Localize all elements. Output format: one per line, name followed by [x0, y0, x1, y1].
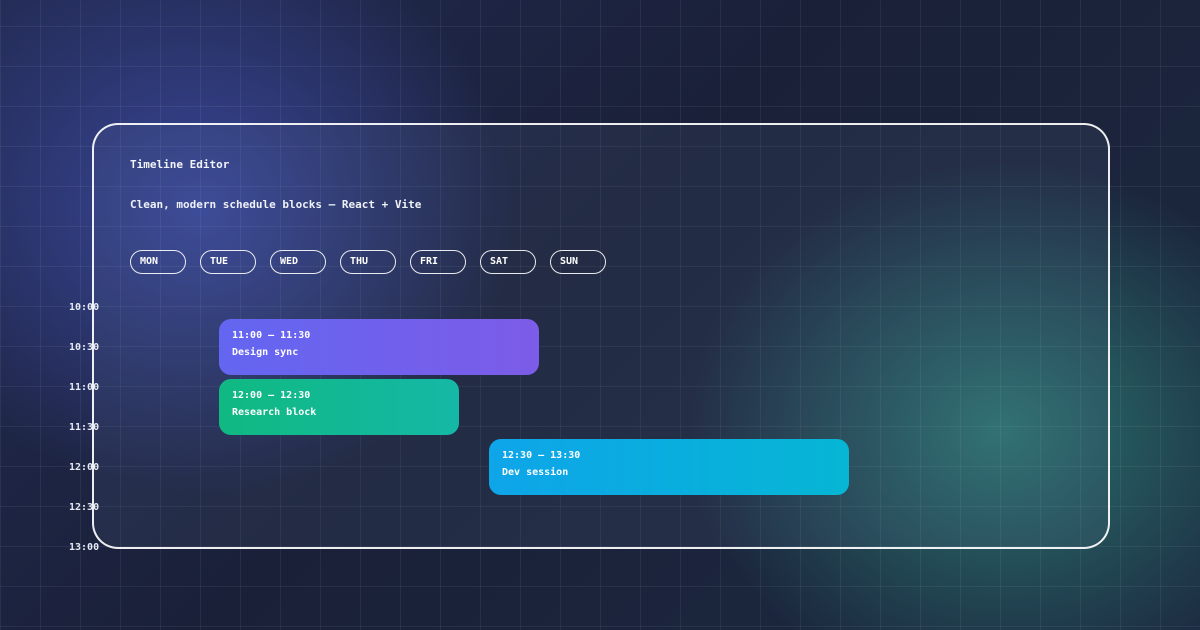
day-pill-sun[interactable]: SUN	[550, 250, 606, 274]
event-block-dev-session[interactable]: 12:30 – 13:30 Dev session	[489, 439, 849, 495]
time-label-1030: 10:30	[69, 342, 100, 353]
event-time: 12:30 – 13:30	[502, 450, 581, 461]
event-title: Dev session	[502, 467, 569, 478]
event-block-design-sync[interactable]: 11:00 – 11:30 Design sync	[219, 319, 539, 375]
app-subtitle: Clean, modern schedule blocks — React + …	[130, 198, 422, 211]
time-label-1000: 10:00	[69, 302, 100, 313]
day-pill-fri[interactable]: FRI	[410, 250, 466, 274]
day-pill-thu[interactable]: THU	[340, 250, 396, 274]
event-time: 12:00 – 12:30	[232, 390, 311, 401]
event-block-research-block[interactable]: 12:00 – 12:30 Research block	[219, 379, 459, 435]
event-title: Design sync	[232, 347, 299, 358]
time-label-1230: 12:30	[69, 502, 100, 513]
day-pill-tue[interactable]: TUE	[200, 250, 256, 274]
time-label-1300: 13:00	[69, 542, 100, 553]
app-title: Timeline Editor	[130, 158, 230, 171]
time-label-1200: 12:00	[69, 462, 100, 473]
day-pill-wed[interactable]: WED	[270, 250, 326, 274]
event-title: Research block	[232, 407, 317, 418]
day-pill-mon[interactable]: MON	[130, 250, 186, 274]
event-time: 11:00 – 11:30	[232, 330, 311, 341]
time-label-1130: 11:30	[69, 422, 100, 433]
day-pill-sat[interactable]: SAT	[480, 250, 536, 274]
time-label-1100: 11:00	[69, 382, 100, 393]
day-selector: MON TUE WED THU FRI SAT SUN	[130, 250, 606, 274]
